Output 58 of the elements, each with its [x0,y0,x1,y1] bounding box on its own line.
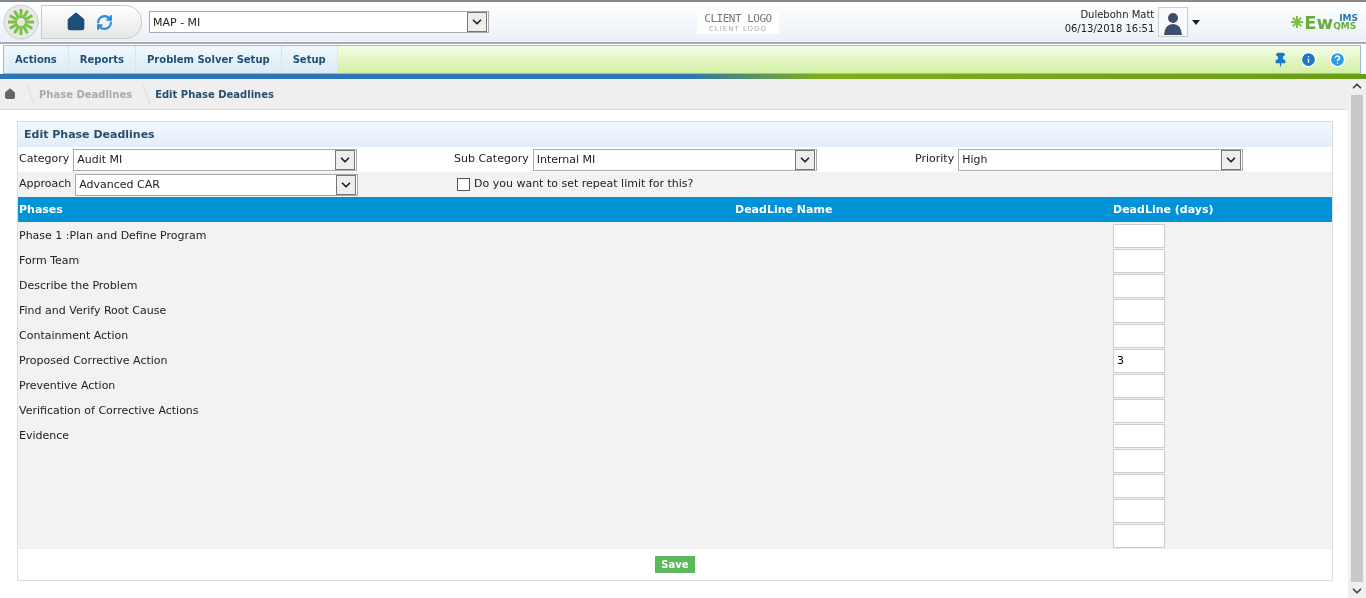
caret-icon [794,149,815,170]
deadline-input[interactable] [1113,298,1165,323]
phase-name: Preventive Action [18,379,117,392]
info-icon[interactable] [1300,51,1317,68]
menu-item[interactable]: Reports [68,46,136,73]
deadline-input[interactable] [1113,523,1165,548]
refresh-icon[interactable] [96,13,113,31]
phase-name: Form Team [18,254,81,267]
phase-name: Containment Action [18,329,130,342]
column-header: Phases [18,203,64,216]
phase-name: Find and Verify Root Cause [18,304,168,317]
date-time: 06/13/2018 16:51 [1064,22,1155,36]
approach-select[interactable]: Advanced CAR [75,173,359,196]
category-select[interactable]: Audit MI [73,148,358,171]
home-icon[interactable] [66,12,86,32]
starburst-logo-icon[interactable] [3,4,39,40]
caret-icon [467,12,487,32]
field-label: Sub Category [454,151,529,165]
column-header: DeadLine Name [734,203,834,216]
priority-select[interactable]: High [958,148,1244,171]
caret-icon[interactable] [1192,19,1201,25]
deadline-input[interactable] [1113,373,1165,398]
deadline-input[interactable] [1113,398,1165,423]
deadline-input[interactable] [1113,323,1165,348]
help-icon[interactable] [1329,51,1346,68]
deadline-input[interactable] [1113,248,1165,273]
user-name: Dulebohn Matt [1080,8,1155,22]
deadline-input[interactable] [1113,423,1165,448]
field-label: Approach [19,176,72,190]
menu-item[interactable]: Actions [4,46,69,73]
sub-category-select[interactable]: Internal MI [532,148,817,171]
checkbox[interactable] [457,178,470,191]
phase-name: Evidence [18,429,71,442]
pin-icon[interactable] [1273,52,1288,67]
breadcrumb-link[interactable]: Edit Phase Deadlines [155,88,274,100]
phase-name: Phase 1 :Plan and Define Program [18,229,208,242]
deadline-input[interactable] [1113,273,1165,298]
panel-title: Edit Phase Deadlines [18,122,1332,147]
deadline-input[interactable] [1113,498,1165,523]
avatar-icon[interactable] [1158,7,1189,37]
phase-name: Describe the Problem [18,279,139,292]
field-label: Category [19,151,70,165]
caret-icon [1221,149,1242,170]
scrollbar[interactable] [1348,79,1366,598]
field-label: Priority [915,151,955,165]
module-select[interactable]: MAP - MI [149,11,489,33]
phase-name: Proposed Corrective Action [18,354,169,367]
deadline-input[interactable]: 3 [1113,348,1165,373]
deadline-input[interactable] [1113,448,1165,473]
deadline-input[interactable] [1113,473,1165,498]
checkbox-label: Do you want to set repeat limit for this? [474,176,694,190]
menu-item[interactable]: Setup [281,46,338,73]
caret-icon [335,149,356,170]
menu-item[interactable]: Problem Solver Setup [136,46,282,73]
deadline-input[interactable] [1113,223,1165,248]
home-icon[interactable] [4,88,16,100]
phase-name: Verification of Corrective Actions [18,404,200,417]
column-header: DeadLine (days) [1113,203,1215,216]
